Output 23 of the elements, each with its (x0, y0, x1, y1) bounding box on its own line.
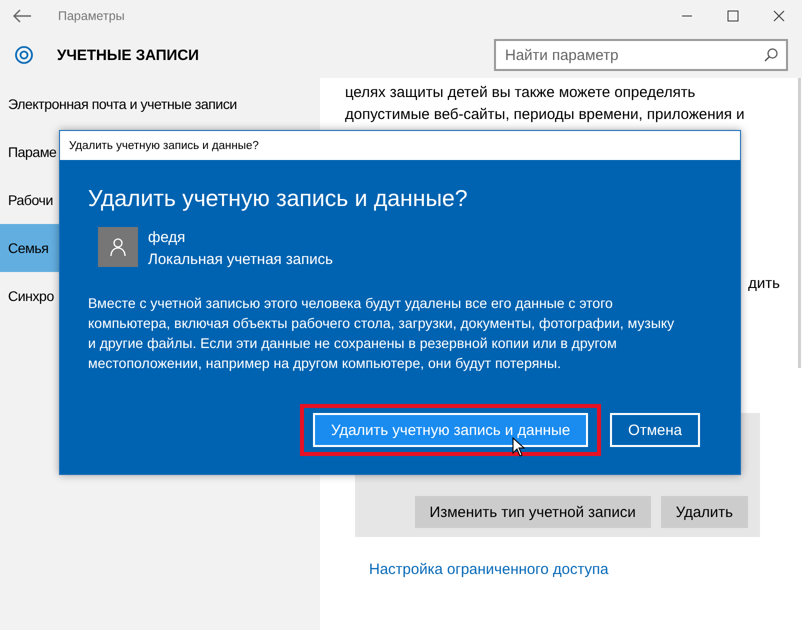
description-text: дить (748, 275, 780, 292)
dialog-title: Удалить учетную запись и данные? (60, 131, 740, 160)
account-type: Локальная учетная запись (148, 250, 333, 270)
description-text: целях защиты детей вы также можете определять (345, 83, 696, 103)
user-name: федя (148, 228, 186, 248)
warning-message: Вместе с учетной записью этого человека будут удалены все его данные с этого компьютера, включая объекты рабочего стола, загрузки, документы, фотографии, музыку и другие файлы. Если эти данные не сохранены в резервной копии или в другом местоположении, например на другом компьютере, они будут потеряны. (88, 294, 676, 373)
search-icon[interactable] (764, 48, 778, 62)
dialog-heading: Удалить учетную запись и данные? (88, 185, 469, 212)
cancel-button[interactable]: Отмена (610, 413, 700, 447)
sidebar-item[interactable]: Электронная почта и учетные записи (0, 80, 320, 128)
window-title: Параметры (58, 9, 125, 23)
close-icon[interactable] (773, 10, 785, 22)
account-button[interactable]: Изменить тип учетной записи (414, 496, 651, 528)
page-title: УЧЕТНЫЕ ЗАПИСИ (57, 46, 199, 64)
maximize-icon[interactable] (727, 10, 739, 22)
scrollbar[interactable] (798, 78, 801, 368)
search-field[interactable]: Найти параметр (494, 39, 788, 71)
back-arrow-icon[interactable] (12, 9, 32, 23)
restricted-access-link[interactable]: Настройка ограниченного доступа (369, 561, 608, 578)
description-text: допустимые веб-сайты, периоды времени, приложения и (345, 105, 746, 125)
cursor-icon (512, 437, 526, 457)
person-icon (110, 238, 126, 256)
account-button[interactable]: Удалить (660, 496, 748, 528)
